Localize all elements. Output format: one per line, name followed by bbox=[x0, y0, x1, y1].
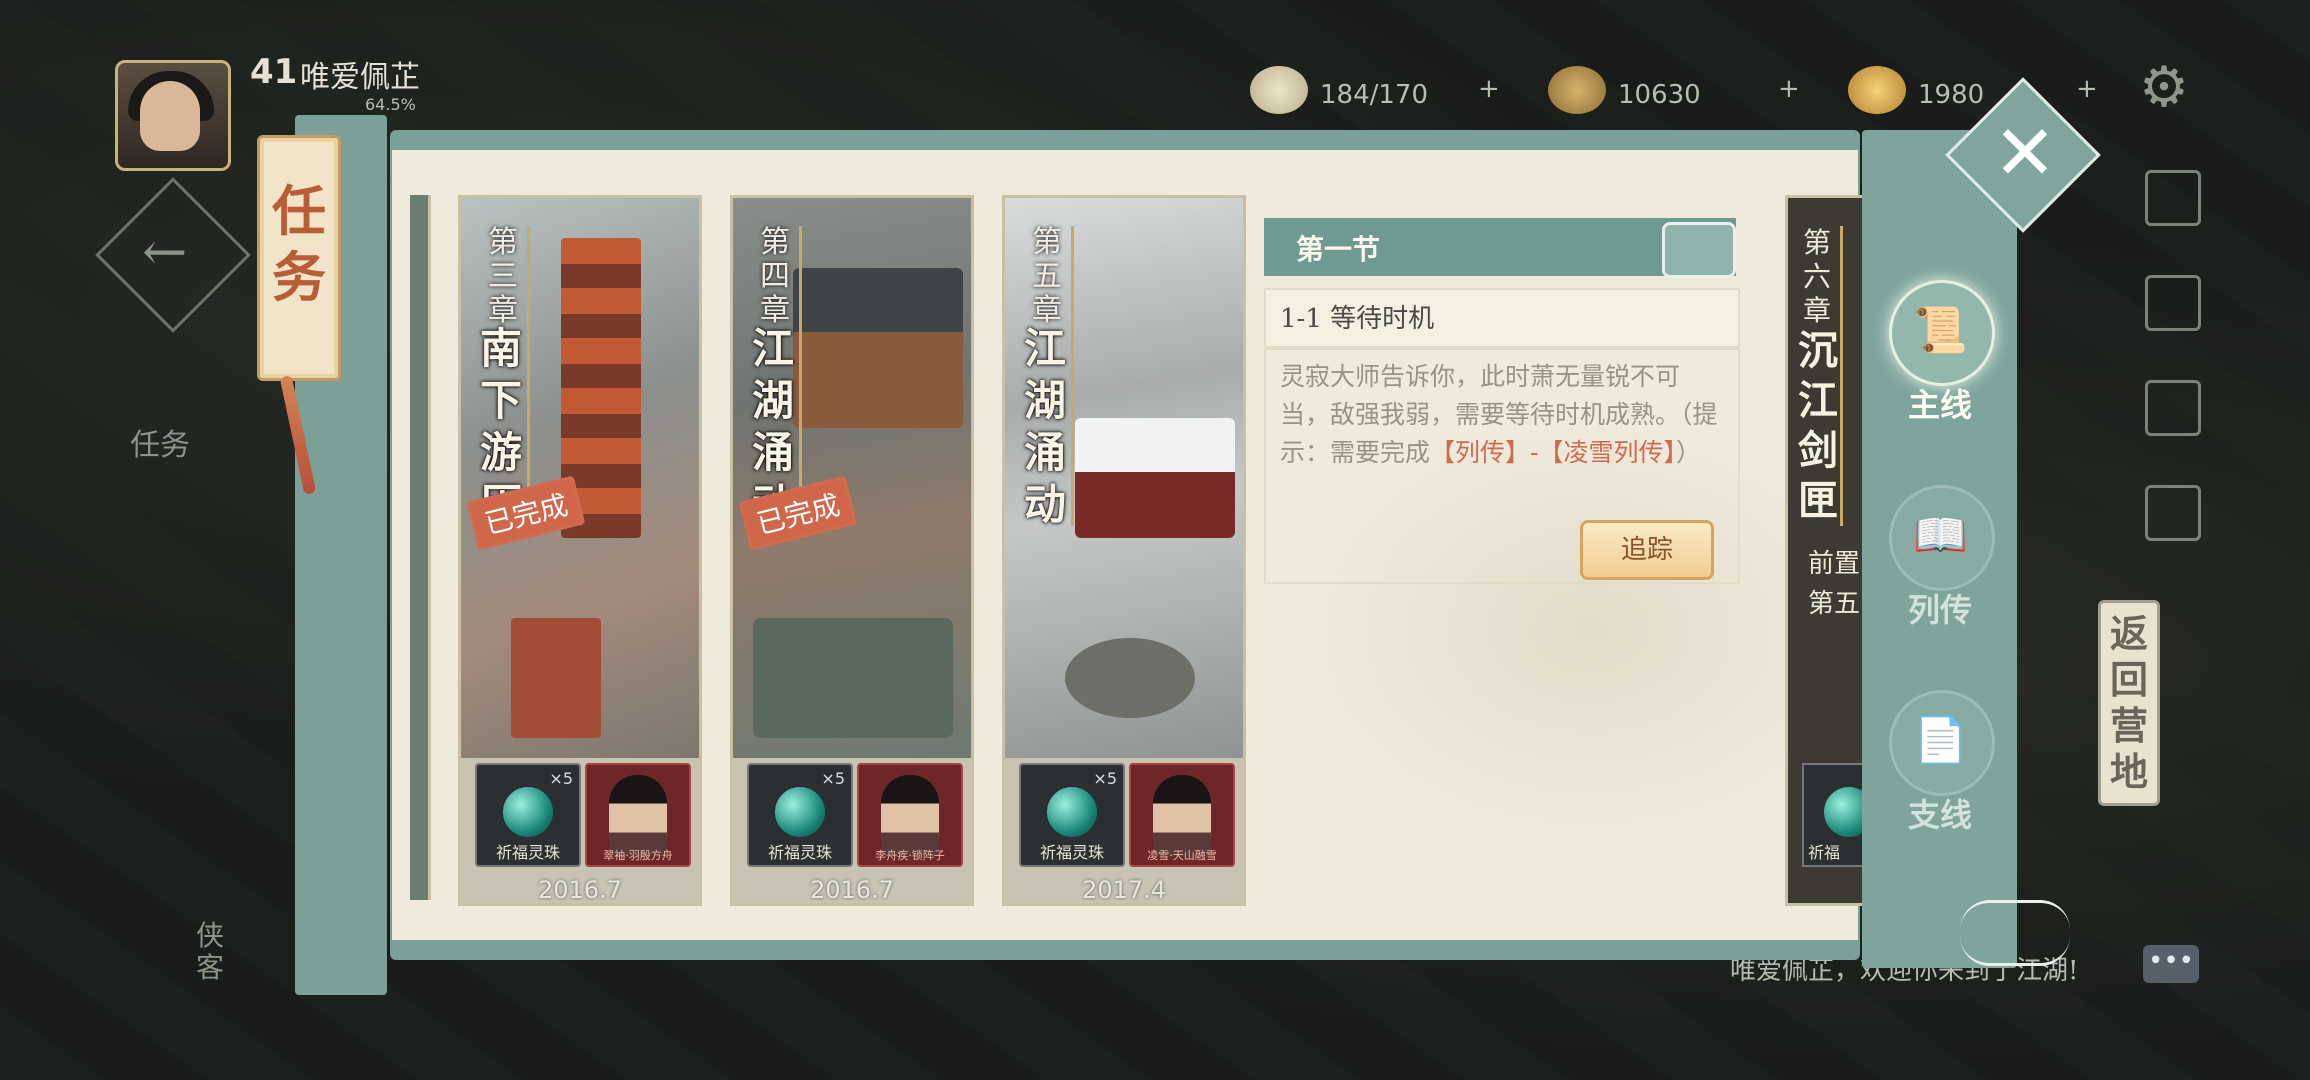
add-rice-button[interactable]: + bbox=[1478, 74, 1500, 118]
chapter-card-6[interactable]: 第六章 沉江剑匣 前置 第五 祈福 bbox=[1785, 195, 1871, 906]
scroll-icon: 📜 bbox=[1913, 305, 1968, 356]
chapter-3-date: 2016.7 bbox=[538, 876, 622, 904]
return-camp-label: 返回营地 bbox=[2109, 611, 2148, 794]
chapter-5-label: 第五章 bbox=[1032, 225, 1062, 328]
copper-coin-icon bbox=[1548, 66, 1606, 114]
quest-hint-suffix: ） bbox=[1675, 438, 1701, 467]
rice-bun-icon bbox=[1250, 66, 1308, 114]
reward-count: ×5 bbox=[549, 769, 573, 788]
chapter-card-4[interactable]: 第四章 江湖涌动 已完成 ×5 祈福灵珠 李舟疾·锁阵子 2016.7 bbox=[730, 195, 974, 906]
reward-name: 凌雪·天山融雪 bbox=[1147, 849, 1217, 862]
courtyard-circle bbox=[1065, 638, 1195, 718]
resource-rice-value: 184/170 bbox=[1320, 80, 1429, 110]
chapter-4-label: 第四章 bbox=[760, 225, 790, 328]
reward-name: 翠袖·羽殷方舟 bbox=[603, 849, 673, 862]
chat-button[interactable]: ••• bbox=[2143, 945, 2199, 983]
orb-icon bbox=[1047, 787, 1097, 837]
hero-portrait-icon bbox=[881, 775, 939, 857]
book-icon: 📖 bbox=[1913, 510, 1968, 561]
prev-chapter-card-edge[interactable] bbox=[410, 195, 431, 900]
settings-gear-icon[interactable]: ⚙ bbox=[2138, 60, 2190, 116]
quest-step-title: 1-1 等待时机 bbox=[1280, 304, 1435, 334]
track-button[interactable]: 追踪 bbox=[1580, 520, 1714, 580]
chapter-6-title: 沉江剑匣 bbox=[1798, 327, 1838, 524]
tab-side-quest[interactable]: 📄 支线 bbox=[1875, 690, 2005, 834]
treasure-chest-icon[interactable] bbox=[1662, 222, 1736, 278]
resource-coin-value: 10630 bbox=[1618, 80, 1701, 110]
reward-count: ×5 bbox=[821, 769, 845, 788]
resource-rice: 184/170 bbox=[1250, 66, 1510, 116]
hero-portrait-icon bbox=[609, 775, 667, 857]
chapter-6-divider bbox=[1840, 226, 1843, 526]
chapter-3-label: 第三章 bbox=[488, 225, 518, 328]
player-name: 唯爱佩芷 bbox=[300, 60, 420, 95]
player-level: 41 bbox=[250, 52, 298, 92]
back-arrow-icon: ← bbox=[142, 220, 188, 283]
orb-icon bbox=[775, 787, 825, 837]
nav-task-label[interactable]: 任务 bbox=[130, 420, 190, 464]
reward-count: ×5 bbox=[1093, 769, 1117, 788]
reward-hero-skin[interactable]: 翠袖·羽殷方舟 bbox=[585, 763, 691, 867]
reward-name: 祈福灵珠 bbox=[495, 843, 560, 862]
quest-tab-title: 任务 bbox=[272, 179, 326, 309]
resource-coin: 10630 bbox=[1548, 66, 1808, 116]
quest-hint-link[interactable]: 【列传】-【凌雪列传】 bbox=[1430, 438, 1676, 467]
chapter-5-title: 江湖涌动 bbox=[1023, 324, 1066, 529]
orb-icon bbox=[503, 787, 553, 837]
reward-name: 祈福灵珠 bbox=[1039, 843, 1104, 862]
quest-description: 灵寂大师告诉你，此时萧无量锐不可当，敌强我弱，需要等待时机成熟。（提示：需要完成… bbox=[1280, 358, 1720, 472]
tab-main-quest-label: 主线 bbox=[1907, 386, 1972, 424]
chapter-card-5[interactable]: 第五章 江湖涌动 ×5 祈福灵珠 凌雪·天山融雪 2017.4 bbox=[1002, 195, 1246, 906]
snowy-hall bbox=[1075, 418, 1235, 538]
garden-pond bbox=[753, 618, 953, 738]
exp-percent: 64.5% bbox=[365, 95, 416, 114]
quest-tab-plaque: 任务 bbox=[257, 135, 341, 381]
tab-biography-label: 列传 bbox=[1907, 591, 1972, 629]
tab-side-quest-label: 支线 bbox=[1907, 796, 1972, 834]
reward-blessing-orb[interactable]: ×5 祈福灵珠 bbox=[475, 763, 581, 867]
add-gold-button[interactable]: + bbox=[2076, 74, 2098, 118]
reward-name: 祈福 bbox=[1808, 843, 1841, 862]
palace-building bbox=[793, 268, 963, 428]
reward-hero-skin[interactable]: 凌雪·天山融雪 bbox=[1129, 763, 1235, 867]
reward-name: 祈福灵珠 bbox=[767, 843, 832, 862]
note-icon: 📄 bbox=[1913, 715, 1968, 766]
handshake-icon[interactable] bbox=[2145, 170, 2201, 226]
checklist-icon[interactable] bbox=[2145, 485, 2201, 541]
quest-description-text: 灵寂大师告诉你，此时萧无量锐不可当，敌强我弱，需要等待时机成熟。 bbox=[1280, 362, 1681, 429]
close-icon[interactable]: ✕ bbox=[1975, 103, 2075, 203]
watch-tower bbox=[511, 618, 601, 738]
nav-hero-label[interactable]: 侠客 bbox=[190, 920, 230, 984]
chapter-6-prereq-1: 前置 bbox=[1808, 549, 1861, 579]
tab-main-quest[interactable]: 📜 主线 bbox=[1875, 280, 2005, 424]
chapter-5-date: 2017.4 bbox=[1082, 876, 1166, 904]
player-avatar[interactable] bbox=[115, 60, 231, 171]
chapter-6-prereq-2: 第五 bbox=[1808, 589, 1861, 619]
hero-portrait-icon bbox=[1153, 775, 1211, 857]
tab-biography[interactable]: 📖 列传 bbox=[1875, 485, 2005, 629]
book-side-icon[interactable] bbox=[2145, 275, 2201, 331]
section-title: 第一节 bbox=[1296, 233, 1381, 266]
cloud-ornament-icon bbox=[1960, 900, 2070, 966]
gold-ingot-icon bbox=[1848, 66, 1906, 114]
reward-hero-skin[interactable]: 李舟疾·锁阵子 bbox=[857, 763, 963, 867]
reward-blessing-orb[interactable]: ×5 祈福灵珠 bbox=[747, 763, 853, 867]
reward-name: 李舟疾·锁阵子 bbox=[875, 849, 945, 862]
add-coin-button[interactable]: + bbox=[1778, 74, 1800, 118]
scroll-side-icon[interactable] bbox=[2145, 380, 2201, 436]
reward-blessing-orb[interactable]: ×5 祈福灵珠 bbox=[1019, 763, 1125, 867]
chapter-card-3[interactable]: 第三章 南下游历 已完成 ×5 祈福灵珠 翠袖·羽殷方舟 2016.7 bbox=[458, 195, 702, 906]
chapter-6-reward[interactable]: 祈福 bbox=[1802, 763, 1868, 867]
chapter-6-label: 第六章 bbox=[1802, 226, 1831, 327]
chapter-4-date: 2016.7 bbox=[810, 876, 894, 904]
return-camp-button[interactable]: 返回营地 bbox=[2098, 600, 2160, 806]
